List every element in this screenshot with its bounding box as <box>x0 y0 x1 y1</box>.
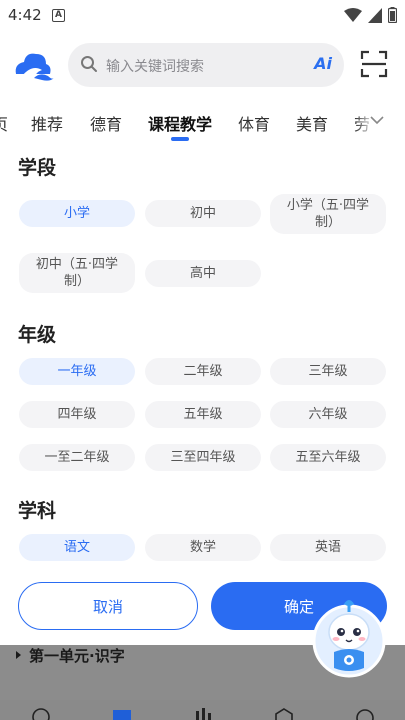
ai-search-button[interactable]: Ai <box>314 54 332 73</box>
grade-chip-3-4[interactable]: 三至四年级 <box>145 444 261 471</box>
bottom-nav <box>0 700 405 720</box>
header: 输入关键词搜索 Ai <box>0 40 405 92</box>
nav-profile-icon[interactable] <box>355 708 375 720</box>
notification-icon: A <box>52 9 65 22</box>
stage-chip-senior[interactable]: 高中 <box>145 260 261 287</box>
subject-section-title: 学科 <box>18 500 57 522</box>
status-icons <box>344 7 397 23</box>
assistant-mascot-icon[interactable] <box>312 596 386 678</box>
active-tab-indicator <box>171 137 189 141</box>
status-bar: 4:42 A <box>0 0 405 32</box>
grade-section-title: 年级 <box>18 324 57 346</box>
nav-resources-icon[interactable] <box>112 708 132 720</box>
nav-stats-icon[interactable] <box>193 708 213 720</box>
wifi-icon <box>344 7 362 22</box>
grade-chip-5-6[interactable]: 五至六年级 <box>270 444 386 471</box>
battery-icon <box>388 7 397 23</box>
unit-row: 第一单元·识字 <box>16 645 125 666</box>
unit-title: 第一单元·识字 <box>29 647 125 665</box>
tab-home[interactable]: 页 <box>0 111 8 135</box>
stage-chip-junior-54[interactable]: 初中（五·四学制） <box>19 253 135 293</box>
grade-chip-1[interactable]: 一年级 <box>19 358 135 385</box>
subject-chip-math[interactable]: 数学 <box>145 534 261 561</box>
expand-triangle-icon <box>16 651 21 659</box>
stage-chip-primary[interactable]: 小学 <box>19 200 135 227</box>
tab-recommend[interactable]: 推荐 <box>31 111 63 135</box>
app-logo-icon[interactable] <box>12 50 54 82</box>
subject-chip-english[interactable]: 英语 <box>270 534 386 561</box>
status-time: 4:42 <box>8 6 42 24</box>
grade-chip-5[interactable]: 五年级 <box>145 401 261 428</box>
tab-sports[interactable]: 体育 <box>238 111 270 135</box>
grade-chip-4[interactable]: 四年级 <box>19 401 135 428</box>
stage-section-title: 学段 <box>18 157 57 179</box>
search-bar[interactable]: 输入关键词搜索 Ai <box>68 43 344 87</box>
chevron-down-icon[interactable] <box>369 112 385 128</box>
subject-chip-chinese[interactable]: 语文 <box>19 534 135 561</box>
stage-chip-primary-54[interactable]: 小学（五·四学制） <box>270 194 386 234</box>
search-input[interactable]: 输入关键词搜索 <box>106 56 204 76</box>
stage-chip-junior[interactable]: 初中 <box>145 200 261 227</box>
category-tabs: 页 推荐 德育 课程教学 体育 美育 劳 <box>0 100 405 142</box>
grade-chip-6[interactable]: 六年级 <box>270 401 386 428</box>
grade-chip-2[interactable]: 二年级 <box>145 358 261 385</box>
grade-chip-3[interactable]: 三年级 <box>270 358 386 385</box>
tab-arts[interactable]: 美育 <box>296 111 328 135</box>
tab-moral[interactable]: 德育 <box>90 111 122 135</box>
grade-chip-1-2[interactable]: 一至二年级 <box>19 444 135 471</box>
tab-courses[interactable]: 课程教学 <box>148 111 212 135</box>
signal-icon <box>368 7 382 23</box>
cancel-button[interactable]: 取消 <box>18 582 198 630</box>
search-icon <box>81 56 97 72</box>
nav-home-icon[interactable] <box>32 708 50 720</box>
nav-discover-icon[interactable] <box>274 708 294 720</box>
scan-icon[interactable] <box>360 50 388 78</box>
